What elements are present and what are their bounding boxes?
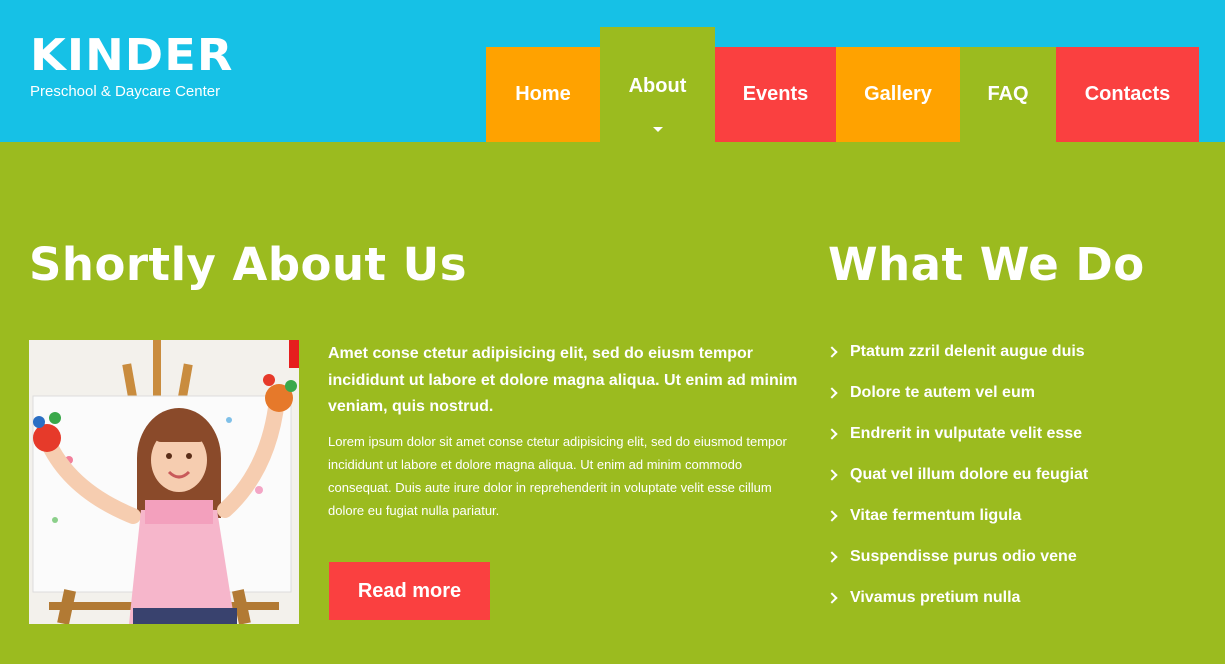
list-item-label: Quat vel illum dolore eu feugiat <box>850 465 1089 483</box>
nav-item-home[interactable]: Home <box>486 47 600 142</box>
read-more-button[interactable]: Read more <box>329 562 490 620</box>
site-header: KINDER Preschool & Daycare Center Home A… <box>0 0 1225 142</box>
about-body-text: Lorem ipsum dolor sit amet conse ctetur … <box>328 434 787 518</box>
list-item[interactable]: Quat vel illum dolore eu feugiat <box>826 454 1089 495</box>
list-item[interactable]: Vitae fermentum ligula <box>826 495 1088 536</box>
nav-item-gallery[interactable]: Gallery <box>836 47 960 142</box>
nav-item-label: Events <box>742 83 809 105</box>
list-item-label: Vitae fermentum ligula <box>850 506 1022 524</box>
list-item[interactable]: Suspendisse purus odio vene <box>826 536 1088 577</box>
nav-item-events[interactable]: Events <box>715 47 836 142</box>
caret-down-icon <box>652 127 663 132</box>
list-item-label: Vivamus pretium nulla <box>850 588 1021 606</box>
what-we-do-heading: What We Do <box>828 238 1145 291</box>
nav-item-about[interactable]: About <box>600 27 715 142</box>
list-item-label: Dolore te autem vel eum <box>850 383 1035 401</box>
chevron-right-icon <box>826 468 838 481</box>
child-photo-illustration <box>29 340 299 624</box>
logo-title: KINDER <box>30 30 234 81</box>
nav-item-label: About <box>628 75 687 97</box>
nav-item-contacts[interactable]: Contacts <box>1056 47 1199 142</box>
list-item-label: Endrerit in vulputate velit esse <box>850 424 1083 442</box>
list-item[interactable]: Ptatum zzril delenit augue duis <box>826 331 1088 372</box>
list-item[interactable]: Vivamus pretium nulla <box>826 577 1088 618</box>
chevron-right-icon <box>826 550 838 563</box>
chevron-right-icon <box>826 386 838 399</box>
main-nav: Home About Events Gallery FAQ Contacts <box>486 0 1199 142</box>
about-heading: Shortly About Us <box>29 238 467 291</box>
nav-item-label: Contacts <box>1084 83 1171 105</box>
list-item[interactable]: Endrerit in vulputate velit esse <box>826 413 1088 454</box>
chevron-right-icon <box>826 591 838 604</box>
nav-item-label: Gallery <box>864 83 932 105</box>
nav-item-label: FAQ <box>987 83 1029 105</box>
chevron-right-icon <box>826 345 838 358</box>
logo[interactable]: KINDER Preschool & Daycare Center <box>30 34 232 101</box>
chevron-right-icon <box>826 509 838 522</box>
nav-item-label: Home <box>515 83 571 105</box>
chevron-right-icon <box>826 427 838 440</box>
about-lead-text: Amet conse ctetur adipisicing elit, sed … <box>328 345 798 415</box>
nav-item-faq[interactable]: FAQ <box>960 47 1056 142</box>
what-we-do-list: Ptatum zzril delenit augue duis Dolore t… <box>826 331 1089 618</box>
list-item-label: Ptatum zzril delenit augue duis <box>850 342 1085 360</box>
logo-subtitle: Preschool & Daycare Center <box>30 83 221 100</box>
list-item[interactable]: Dolore te autem vel eum <box>826 372 1088 413</box>
child-painting-photo <box>29 340 299 624</box>
list-item-label: Suspendisse purus odio vene <box>850 547 1077 565</box>
